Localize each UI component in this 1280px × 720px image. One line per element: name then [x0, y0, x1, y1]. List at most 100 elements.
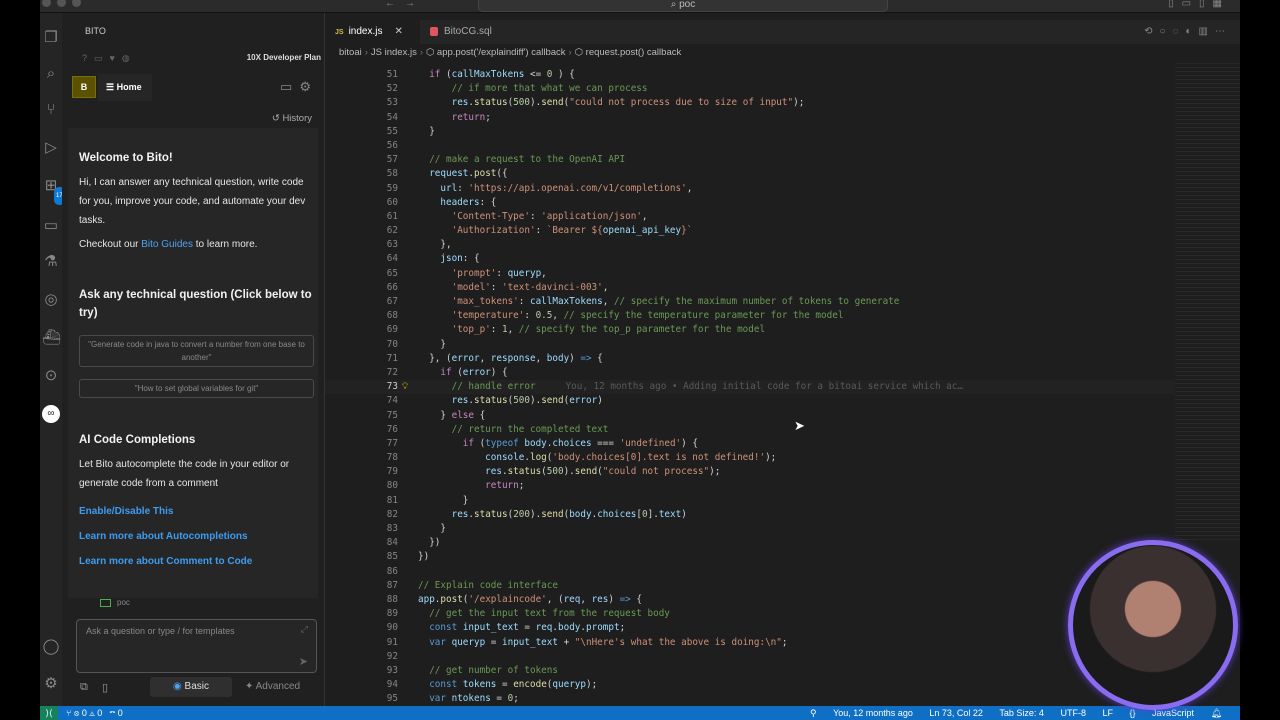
window-controls[interactable]: [42, 0, 81, 7]
docker-icon[interactable]: ⛴: [42, 329, 61, 347]
tab-index-js[interactable]: JS index.js ✕: [325, 20, 420, 44]
code-line[interactable]: 53 res.status(500).send("could not proce…: [325, 96, 1175, 110]
code-line[interactable]: 72 if (error) {: [325, 366, 1175, 380]
code-line[interactable]: 75 } else {: [325, 409, 1175, 423]
code-line[interactable]: 81 }: [325, 494, 1175, 508]
code-line[interactable]: 60 headers: {: [325, 196, 1175, 210]
eol[interactable]: LF: [1102, 708, 1113, 718]
code-line[interactable]: 82 res.status(200).send(body.choices[0].…: [325, 508, 1175, 522]
history-button[interactable]: ↺ History: [272, 113, 312, 124]
ask-input[interactable]: Ask a question or type / for templates ⤢ ➤: [76, 619, 317, 673]
code-line[interactable]: 66 'model': 'text-davinci-003',: [325, 281, 1175, 295]
remote-icon[interactable]: ⟩⟨: [40, 706, 58, 720]
code-line[interactable]: 87 // Explain code interface: [325, 579, 1175, 593]
cursor-position[interactable]: Ln 73, Col 22: [929, 708, 983, 718]
gitlens-icon[interactable]: ◎: [42, 291, 60, 309]
tab-bitocg-sql[interactable]: BitoCG.sql: [420, 20, 520, 44]
home-tab[interactable]: ☰ Home: [98, 74, 152, 101]
autocompletions-link[interactable]: Learn more about Autocompletions: [79, 531, 248, 542]
editor-actions[interactable]: ⟲○◌◐▥⋯: [1144, 20, 1232, 44]
account-icon[interactable]: ◯: [42, 638, 60, 656]
code-line[interactable]: 69 'top_p': 1, // specify the top_p para…: [325, 323, 1175, 337]
breadcrumb-item[interactable]: ⬡ app.post('/explaindiff') callback: [426, 47, 566, 58]
code-line[interactable]: 68 'temperature': 0.5, // specify the te…: [325, 309, 1175, 323]
layout-icons[interactable]: ▯▭▯▦: [1168, 0, 1230, 9]
breadcrumb-item[interactable]: ⬡ request.post() callback: [575, 47, 682, 58]
code-line[interactable]: 91 var queryp = input_text + "\nHere's w…: [325, 636, 1175, 650]
suggestion-button[interactable]: "Generate code in java to convert a numb…: [79, 335, 314, 367]
bell-icon[interactable]: 🔔︎: [1211, 708, 1222, 718]
extensions-icon[interactable]: ⊞ 17: [42, 177, 65, 205]
code-line[interactable]: 62 'Authorization': `Bearer ${openai_api…: [325, 224, 1175, 238]
code-line[interactable]: 95 var ntokens = 0;: [325, 692, 1175, 706]
code-line[interactable]: 59 url: 'https://api.openai.com/v1/compl…: [325, 182, 1175, 196]
code-line[interactable]: 71 }, (error, response, body) => {: [325, 352, 1175, 366]
code-line[interactable]: 89 // get the input text from the reques…: [325, 607, 1175, 621]
blame-status[interactable]: ⚲ You, 12 months ago: [810, 708, 913, 718]
code-line[interactable]: 90 const input_text = req.body.prompt;: [325, 621, 1175, 635]
enable-disable-link[interactable]: Enable/Disable This: [79, 506, 173, 517]
search-icon[interactable]: ⌕: [42, 65, 60, 83]
code-line[interactable]: 88 app.post('/explaincode', (req, res) =>…: [325, 593, 1175, 607]
code-line[interactable]: 77 if (typeof body.choices === 'undefine…: [325, 437, 1175, 451]
code-line[interactable]: 65 'prompt': queryp,: [325, 267, 1175, 281]
explorer-icon[interactable]: ❐: [42, 29, 60, 47]
close-icon[interactable]: ✕: [394, 26, 402, 37]
remote-explorer-icon[interactable]: ▭: [42, 217, 60, 235]
basic-mode-button[interactable]: ◉ Basic: [150, 677, 232, 697]
code-editor[interactable]: 51 if (callMaxTokens <= 0 ) {52 // if mo…: [325, 68, 1175, 706]
advanced-mode-button[interactable]: ✦ Advanced: [245, 681, 300, 692]
code-line[interactable]: 54 return;: [325, 111, 1175, 125]
encoding[interactable]: UTF-8: [1060, 708, 1086, 718]
code-line[interactable]: 84 }): [325, 536, 1175, 550]
code-line[interactable]: 63 },: [325, 238, 1175, 252]
code-line[interactable]: 78 console.log('body.choices[0].text is …: [325, 451, 1175, 465]
code-line[interactable]: 57 // make a request to the OpenAI API: [325, 153, 1175, 167]
code-line[interactable]: 94 const tokens = encode(queryp);: [325, 678, 1175, 692]
timeline-icon[interactable]: ⊙: [42, 367, 60, 385]
code-line[interactable]: 55 }: [325, 125, 1175, 139]
bito-links-icons[interactable]: ?▭♥◍: [82, 53, 137, 64]
code-line[interactable]: 58 request.post({: [325, 167, 1175, 181]
testing-icon[interactable]: ⚗: [42, 253, 60, 271]
code-line[interactable]: 79 res.status(500).send("could not proce…: [325, 465, 1175, 479]
code-line[interactable]: 56: [325, 139, 1175, 153]
settings-gear-icon[interactable]: ⚙: [42, 675, 60, 693]
code-line[interactable]: 93 // get number of tokens: [325, 664, 1175, 678]
minimap[interactable]: [1175, 63, 1240, 543]
expand-icon[interactable]: ⤢: [301, 624, 308, 635]
run-debug-icon[interactable]: ▷: [42, 139, 60, 157]
lightbulb-icon[interactable]: 💡︎: [402, 380, 408, 394]
code-line[interactable]: 74 res.status(500).send(error): [325, 394, 1175, 408]
nav-arrows[interactable]: ←→: [385, 0, 425, 9]
code-line[interactable]: 70 }: [325, 338, 1175, 352]
bito-guides-link[interactable]: Bito Guides: [141, 239, 193, 250]
code-line[interactable]: 85}): [325, 550, 1175, 564]
code-line[interactable]: 86: [325, 565, 1175, 579]
bookmark-icon[interactable]: ▯: [102, 681, 108, 694]
insert-code-icon[interactable]: ⧉: [80, 681, 88, 694]
send-icon[interactable]: ➤: [299, 655, 308, 668]
code-token: 'top_p': [451, 324, 491, 336]
breadcrumb-item[interactable]: bitoai: [339, 47, 362, 58]
panel-icons[interactable]: ▭⚙: [280, 79, 318, 95]
code-line[interactable]: 83 }: [325, 522, 1175, 536]
command-center-search[interactable]: ⌕ poc: [478, 0, 888, 12]
code-line[interactable]: 73 💡︎ // handle error You, 12 months ago •…: [325, 380, 1175, 395]
bito-icon[interactable]: ∞: [42, 405, 60, 423]
code-line[interactable]: 64 json: {: [325, 252, 1175, 266]
code-line[interactable]: 76 // return the completed text: [325, 423, 1175, 437]
avatar[interactable]: B: [72, 76, 96, 98]
source-control-icon[interactable]: ⑂: [42, 101, 60, 119]
code-line[interactable]: 61 'Content-Type': 'application/json',: [325, 210, 1175, 224]
code-line[interactable]: 92: [325, 650, 1175, 664]
comment-to-code-link[interactable]: Learn more about Comment to Code: [79, 556, 252, 567]
breadcrumb-item[interactable]: JS index.js: [371, 47, 417, 58]
code-line[interactable]: 80 return;: [325, 479, 1175, 493]
code-line[interactable]: 52 // if more that what we can process: [325, 82, 1175, 96]
code-line[interactable]: 51 if (callMaxTokens <= 0 ) {: [325, 68, 1175, 82]
status-left[interactable]: ⑂ ⊗ 0 ⚠ 0 ⚯ 0: [66, 706, 123, 720]
code-line[interactable]: 67 'max_tokens': callMaxTokens, // speci…: [325, 295, 1175, 309]
suggestion-button[interactable]: "How to set global variables for git": [79, 379, 314, 398]
tab-size[interactable]: Tab Size: 4: [999, 708, 1044, 718]
